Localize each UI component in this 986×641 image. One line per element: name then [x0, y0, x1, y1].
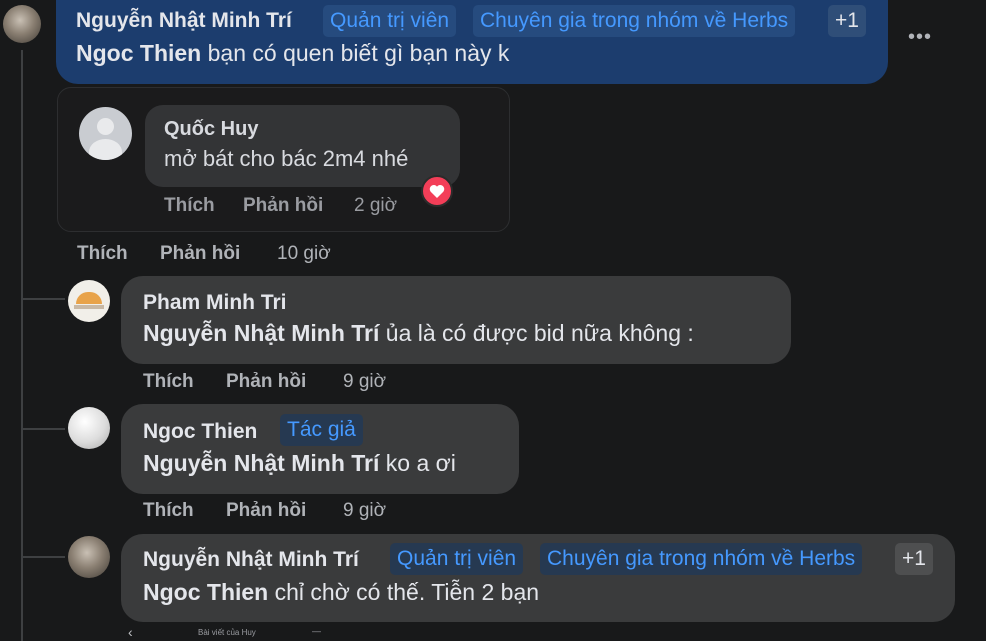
avatar — [79, 107, 132, 160]
comment-text: Ngoc Thien chỉ chờ có thế. Tiễn 2 bạn — [143, 579, 539, 606]
avatar-head — [97, 118, 114, 135]
badge-admin[interactable]: Quản trị viên — [323, 5, 457, 37]
image-reply-link: Phản hồi — [243, 195, 324, 216]
avatar[interactable] — [3, 5, 41, 43]
image-comment-author: Quốc Huy — [164, 118, 259, 140]
avatar-sun — [76, 292, 102, 304]
reply-button[interactable]: Phản hồi — [226, 371, 306, 393]
avatar-wave — [74, 305, 104, 309]
like-button[interactable]: Thích — [77, 243, 128, 265]
comment-body: ủa là có được bid nữa không : — [379, 320, 694, 346]
badge-more[interactable]: +1 — [895, 543, 933, 575]
avatar[interactable] — [68, 407, 110, 449]
comment-author[interactable]: Nguyễn Nhật Minh Trí — [76, 9, 292, 33]
badge-more[interactable]: +1 — [828, 5, 866, 37]
badge-admin[interactable]: Quản trị viên — [390, 543, 524, 575]
comment-author[interactable]: Nguyễn Nhật Minh Trí — [143, 548, 359, 572]
like-button[interactable]: Thích — [143, 500, 194, 522]
comment-text: Nguyễn Nhật Minh Trí ko a ơi — [143, 450, 456, 477]
thread-branch — [21, 556, 65, 558]
more-options-icon[interactable]: ••• — [908, 26, 932, 49]
comment-text: Nguyễn Nhật Minh Trí ủa là có được bid n… — [143, 320, 694, 347]
thread-branch — [21, 428, 65, 430]
badge-expert[interactable]: Chuyên gia trong nhóm về Herbs — [540, 543, 863, 575]
reply-button[interactable]: Phản hồi — [160, 243, 240, 265]
attached-image[interactable]: Quốc Huy mở bát cho bác 2m4 nhé Thích Ph… — [57, 87, 510, 232]
image-comment-text: mở bát cho bác 2m4 nhé — [164, 146, 409, 171]
comment-author[interactable]: Ngoc Thien — [143, 420, 257, 444]
comment-text: Ngoc Thien bạn có quen biết gì bạn này k — [76, 40, 509, 67]
comment-body: chỉ chờ có thế. Tiễn 2 bạn — [268, 579, 540, 605]
timestamp[interactable]: 9 giờ — [343, 500, 386, 522]
image-time: 2 giờ — [354, 195, 398, 216]
mention[interactable]: Nguyễn Nhật Minh Trí — [143, 320, 379, 346]
comment-body: ko a ơi — [379, 450, 456, 476]
comment-author[interactable]: Pham Minh Tri — [143, 291, 287, 315]
bottom-caption: Bài viết của Huy — [198, 628, 256, 637]
mention[interactable]: Nguyễn Nhật Minh Trí — [143, 450, 379, 476]
back-icon[interactable]: ‹ — [128, 624, 133, 640]
comment-body: bạn có quen biết gì bạn này k — [201, 40, 510, 66]
mention[interactable]: Ngoc Thien — [143, 579, 268, 605]
timestamp[interactable]: 9 giờ — [343, 371, 386, 393]
thread-line — [21, 50, 23, 641]
timestamp[interactable]: 10 giờ — [277, 243, 331, 265]
avatar[interactable] — [68, 536, 110, 578]
badge-expert[interactable]: Chuyên gia trong nhóm về Herbs — [473, 5, 796, 37]
image-like-link: Thích — [164, 195, 215, 216]
mention[interactable]: Ngoc Thien — [76, 40, 201, 66]
thread-branch — [21, 298, 65, 300]
bottom-end-icon: — — [312, 626, 321, 636]
avatar[interactable] — [68, 280, 110, 322]
badge-author[interactable]: Tác giả — [280, 414, 363, 446]
heart-reaction-icon — [421, 175, 453, 207]
like-button[interactable]: Thích — [143, 371, 194, 393]
reply-button[interactable]: Phản hồi — [226, 500, 306, 522]
avatar-body — [89, 139, 122, 160]
